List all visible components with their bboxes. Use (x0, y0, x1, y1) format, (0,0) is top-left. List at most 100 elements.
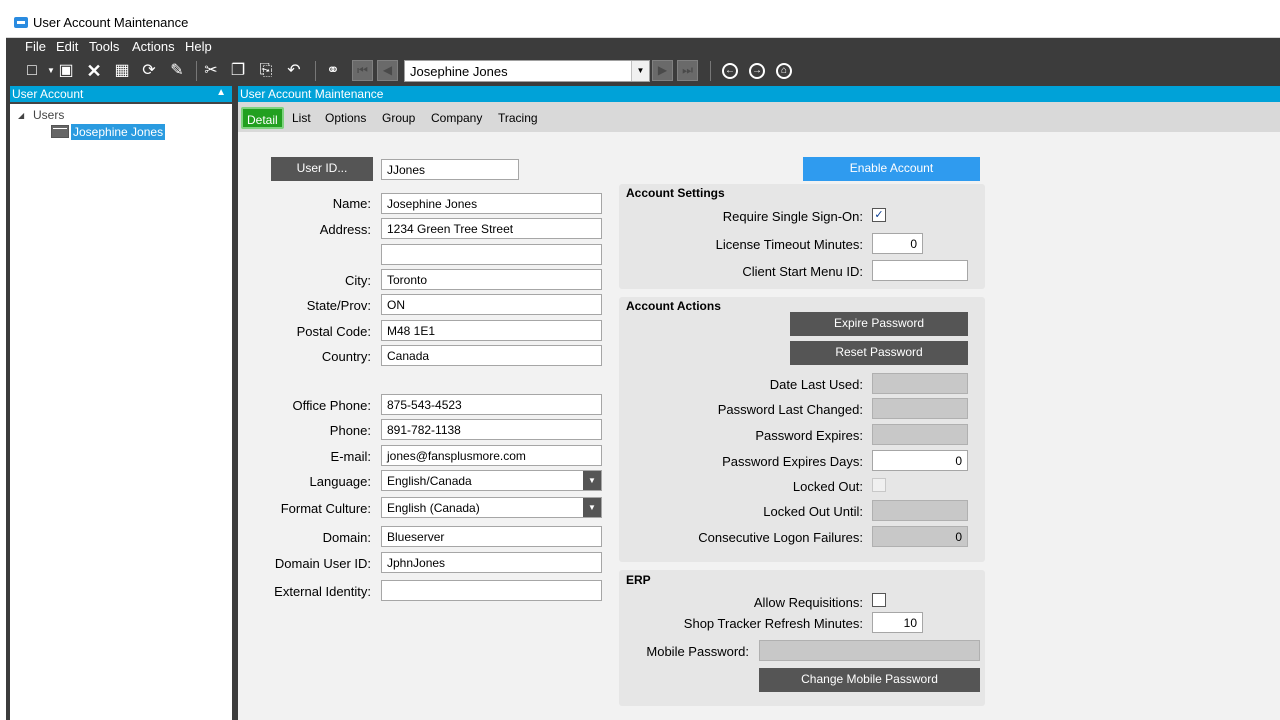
tab-group[interactable]: Group (382, 111, 415, 125)
format-culture-label: Format Culture: (280, 501, 371, 516)
office-phone-label: Office Phone: (292, 398, 371, 413)
collapse-icon[interactable]: ◢ (18, 111, 24, 120)
user-id-button[interactable]: User ID... (271, 157, 373, 181)
client-start-menu-label: Client Start Menu ID: (742, 264, 863, 279)
home-icon[interactable]: ⌂ (776, 63, 792, 79)
shop-tracker-refresh-field[interactable]: 10 (872, 612, 923, 633)
allow-requisitions-label: Allow Requisitions: (753, 595, 863, 610)
client-start-menu-field[interactable] (872, 260, 968, 281)
domain-label: Domain: (322, 530, 371, 545)
tab-tracing[interactable]: Tracing (498, 111, 538, 125)
change-mobile-password-button[interactable]: Change Mobile Password (759, 668, 980, 692)
format-culture-value: English (Canada) (387, 501, 480, 515)
sso-label: Require Single Sign-On: (722, 209, 863, 224)
tab-options[interactable]: Options (325, 111, 366, 125)
name-field[interactable]: Josephine Jones (381, 193, 602, 214)
locked-out-checkbox (872, 478, 886, 492)
toolbar-separator (315, 61, 316, 81)
user-id-field[interactable]: JJones (381, 159, 519, 180)
license-timeout-label: License Timeout Minutes: (715, 237, 863, 252)
menu-actions[interactable]: Actions (132, 39, 175, 54)
search-icon[interactable]: ⚭ (323, 61, 343, 81)
format-culture-select[interactable]: English (Canada) ▼ (381, 497, 602, 518)
erp-title: ERP (626, 573, 651, 587)
address-line1-field[interactable]: 1234 Green Tree Street (381, 218, 602, 239)
city-field[interactable]: Toronto (381, 269, 602, 290)
domain-user-id-field[interactable]: JphnJones (381, 552, 602, 573)
domain-user-id-label: Domain User ID: (274, 556, 371, 571)
main-panel-title: User Account Maintenance (240, 87, 384, 101)
phone-field[interactable]: 891-782-1138 (381, 419, 602, 440)
tab-list[interactable]: List (292, 111, 311, 125)
tree-root-users[interactable]: Users (33, 108, 64, 122)
user-tree: ◢ Users Josephine Jones (10, 104, 232, 720)
email-label: E-mail: (330, 449, 371, 464)
menu-tools[interactable]: Tools (89, 39, 119, 54)
country-field[interactable]: Canada (381, 345, 602, 366)
copy-icon[interactable]: ❐ (228, 61, 248, 81)
tab-company[interactable]: Company (431, 111, 482, 125)
account-settings-title: Account Settings (626, 186, 725, 200)
chevron-down-icon[interactable]: ▼ (631, 61, 649, 81)
first-record-icon[interactable]: ⏮ (352, 60, 373, 81)
title-bar: User Account Maintenance (6, 6, 1280, 38)
email-field[interactable]: jones@fansplusmore.com (381, 445, 602, 466)
record-selector-value: Josephine Jones (410, 64, 508, 79)
clear-icon[interactable]: ▦ (112, 61, 132, 81)
previous-record-icon[interactable]: ◀ (377, 60, 398, 81)
delete-icon[interactable]: ✕ (84, 61, 104, 81)
cut-icon[interactable]: ✂ (201, 61, 221, 81)
save-icon[interactable]: ▣ (56, 61, 76, 81)
domain-field[interactable]: Blueserver (381, 526, 602, 547)
chevron-down-icon[interactable]: ▼ (583, 498, 601, 517)
language-value: English/Canada (387, 474, 472, 488)
tab-detail[interactable]: Detail (241, 107, 284, 129)
language-select[interactable]: English/Canada ▼ (381, 470, 602, 491)
window-title: User Account Maintenance (33, 15, 189, 30)
menu-help[interactable]: Help (185, 39, 212, 54)
license-timeout-field[interactable]: 0 (872, 233, 923, 254)
back-icon[interactable]: ← (722, 63, 738, 79)
password-expires-days-label: Password Expires Days: (722, 454, 863, 469)
left-panel-header: User Account ▲ (10, 86, 232, 102)
address-line2-field[interactable] (381, 244, 602, 265)
last-record-icon[interactable]: ⏭ (677, 60, 698, 81)
office-phone-field[interactable]: 875-543-4523 (381, 394, 602, 415)
shop-tracker-refresh-label: Shop Tracker Refresh Minutes: (683, 616, 863, 631)
country-label: Country: (321, 349, 371, 364)
reset-password-button[interactable]: Reset Password (790, 341, 968, 365)
postal-code-label: Postal Code: (296, 324, 371, 339)
forward-icon[interactable]: → (749, 63, 765, 79)
tree-item-josephine-jones[interactable]: Josephine Jones (71, 124, 166, 140)
expire-password-button[interactable]: Expire Password (790, 312, 968, 336)
undo-changes-icon[interactable]: ✎ (167, 61, 187, 81)
menu-file[interactable]: File (25, 39, 46, 54)
paste-icon[interactable]: ⎘ (256, 61, 276, 81)
consecutive-logon-failures-field: 0 (872, 526, 968, 547)
next-record-icon[interactable]: ▶ (652, 60, 673, 81)
undo-icon[interactable]: ↶ (284, 61, 304, 81)
enable-account-button[interactable]: Enable Account (803, 157, 980, 181)
external-identity-field[interactable] (381, 580, 602, 601)
menu-edit[interactable]: Edit (56, 39, 78, 54)
new-icon[interactable]: □ (22, 61, 42, 81)
record-selector[interactable]: Josephine Jones ▼ (404, 60, 650, 82)
external-identity-label: External Identity: (274, 584, 371, 599)
locked-out-until-label: Locked Out Until: (763, 504, 863, 519)
sso-checkbox[interactable]: ✓ (872, 208, 886, 222)
name-label: Name: (332, 196, 371, 211)
checkmark-icon: ✓ (874, 209, 884, 221)
chevron-down-icon[interactable]: ▼ (583, 471, 601, 490)
date-last-used-field (872, 373, 968, 394)
password-last-changed-label: Password Last Changed: (717, 402, 863, 417)
allow-requisitions-checkbox[interactable] (872, 593, 886, 607)
password-expires-label: Password Expires: (755, 428, 863, 443)
folder-icon (51, 125, 69, 138)
pin-icon[interactable]: ▲ (216, 87, 226, 98)
consecutive-logon-failures-label: Consecutive Logon Failures: (698, 530, 863, 545)
refresh-icon[interactable]: ⟳ (139, 61, 159, 81)
password-expires-days-field[interactable]: 0 (872, 450, 968, 471)
postal-code-field[interactable]: M48 1E1 (381, 320, 602, 341)
state-field[interactable]: ON (381, 294, 602, 315)
mobile-password-field (759, 640, 980, 661)
